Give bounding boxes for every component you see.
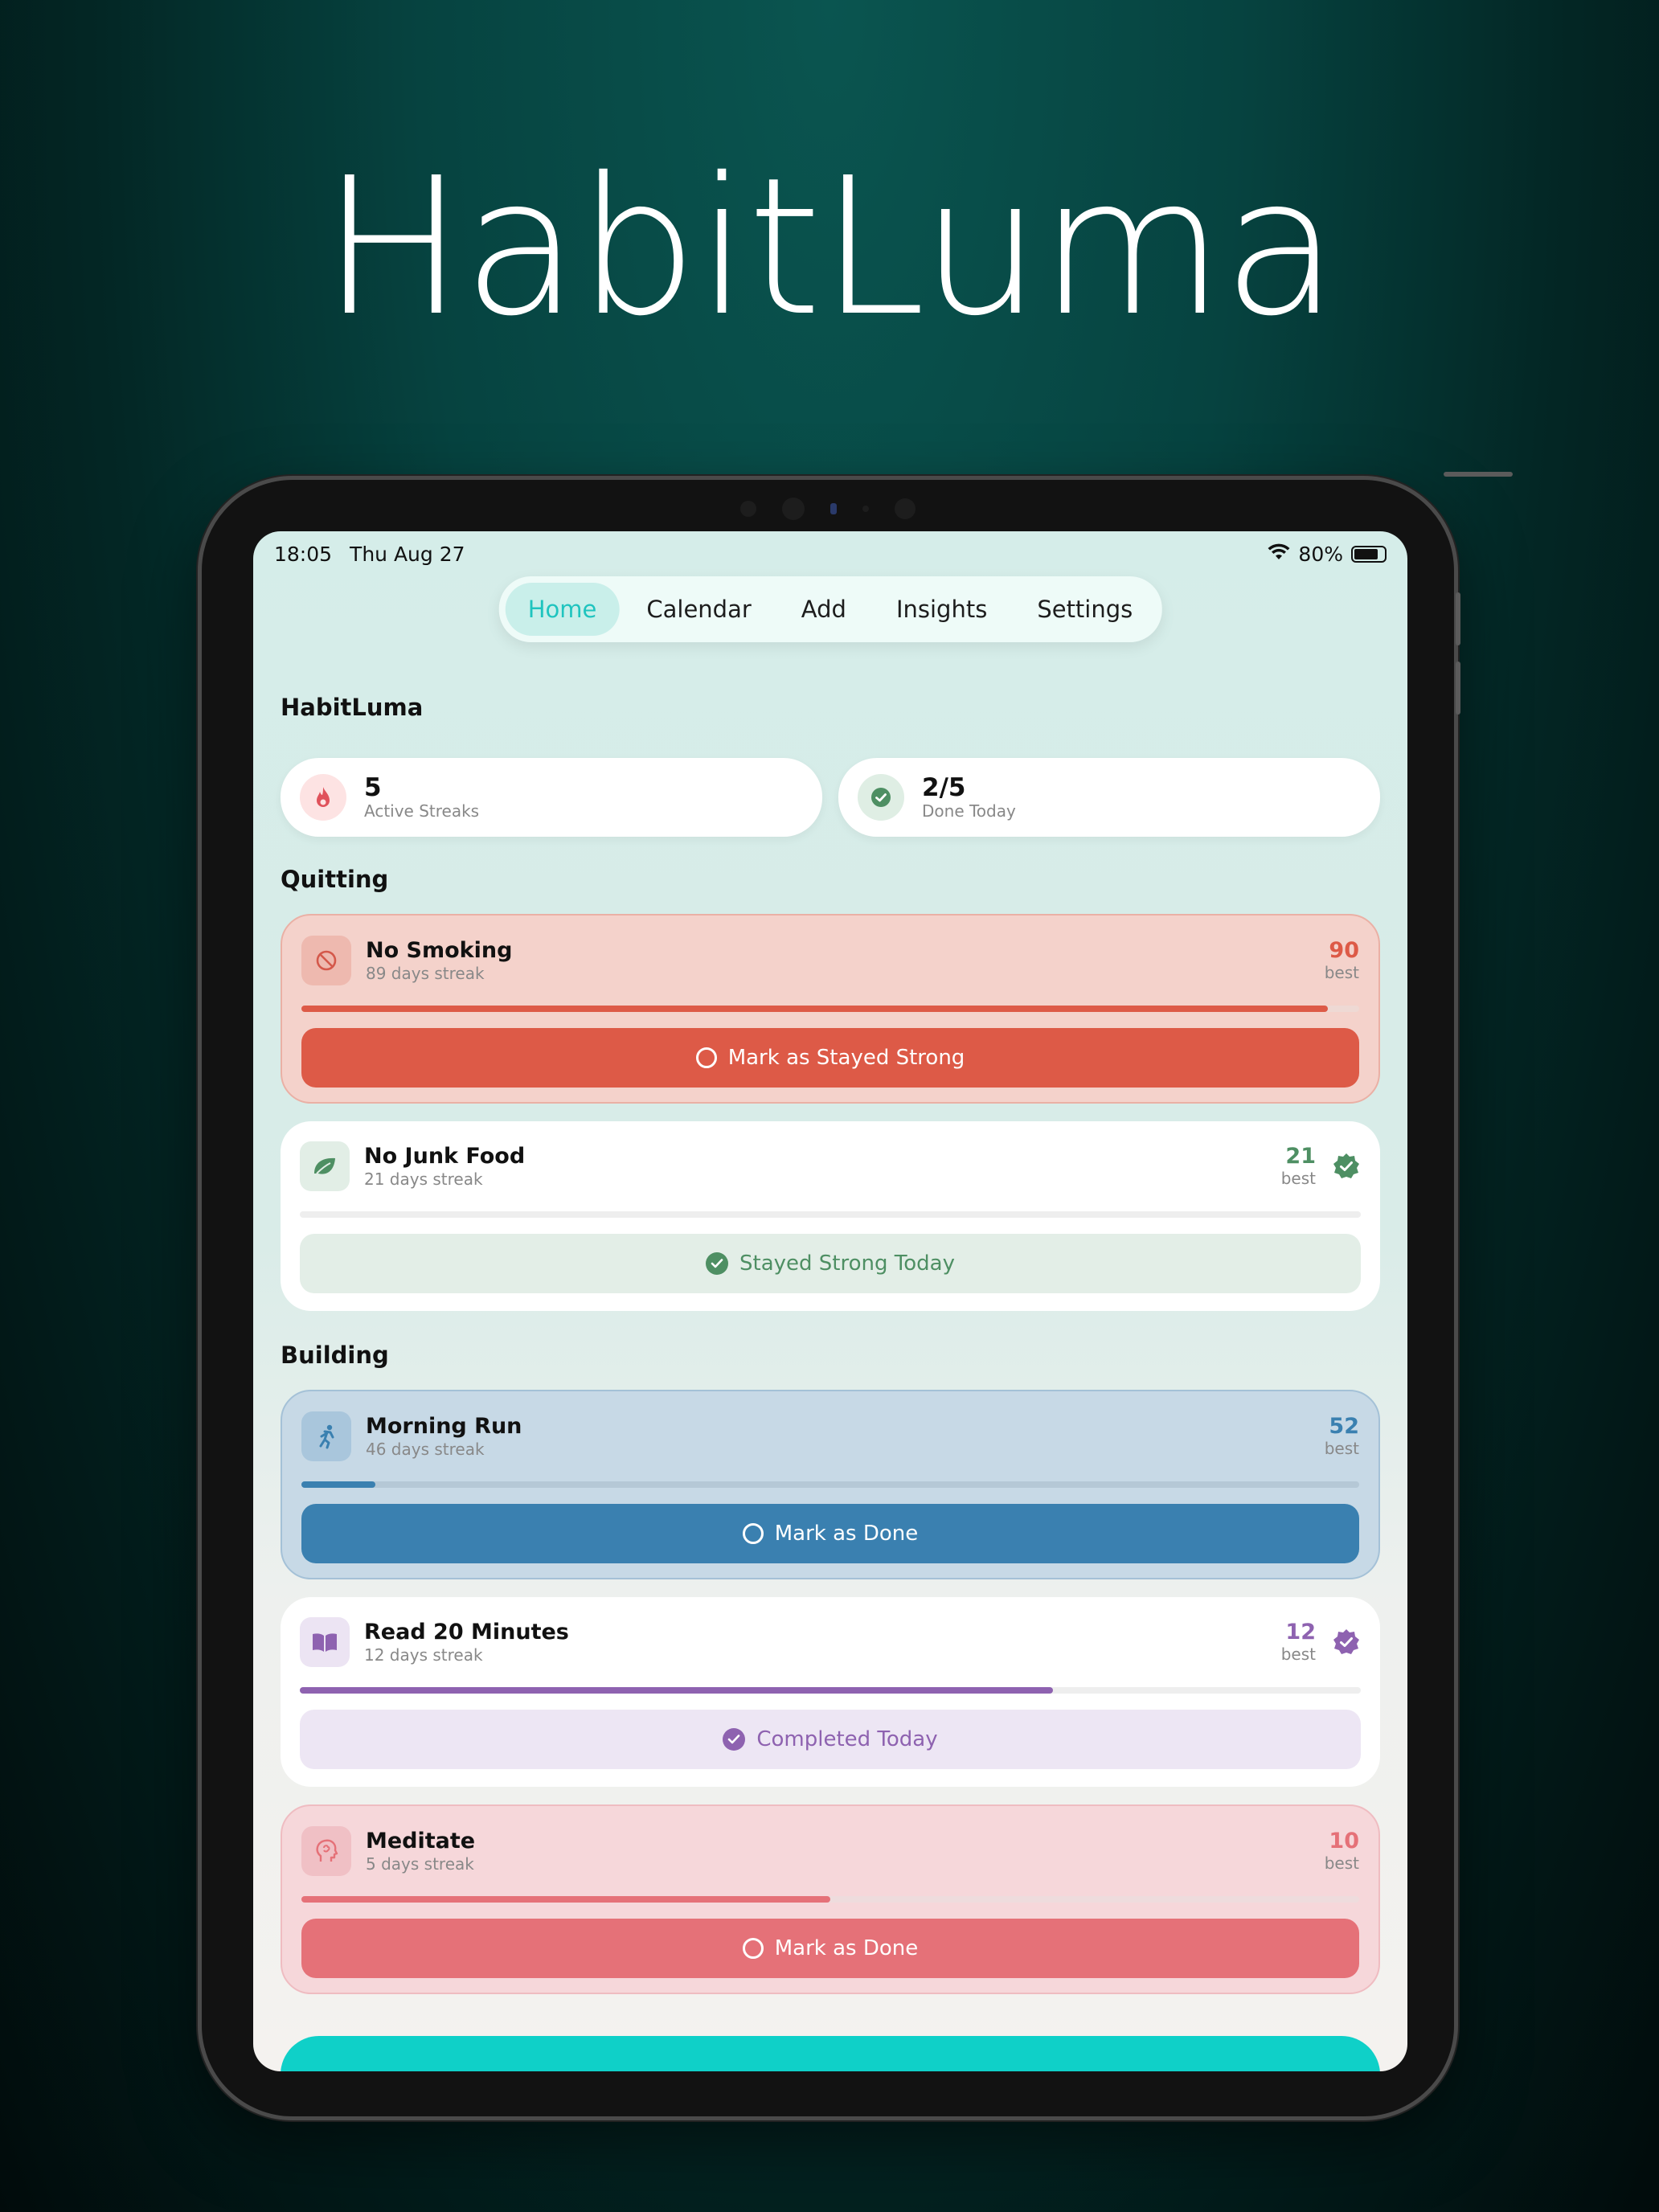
habit-name: No Smoking	[366, 938, 513, 963]
habit-name: No Junk Food	[364, 1144, 526, 1169]
habit-card-morning-run: Morning Run 46 days streak 52 best Mark …	[281, 1390, 1380, 1579]
section-title-building: Building	[281, 1342, 389, 1369]
tab-settings[interactable]: Settings	[1014, 583, 1155, 636]
action-label: Stayed Strong Today	[739, 1251, 955, 1276]
flame-icon	[300, 774, 346, 821]
status-time: 18:05	[274, 542, 333, 566]
circle-outline-icon	[742, 1523, 764, 1544]
verified-badge-icon	[1332, 1152, 1361, 1181]
tab-add[interactable]: Add	[779, 583, 869, 636]
habit-card-no-smoking: No Smoking 89 days streak 90 best Mark a…	[281, 914, 1380, 1104]
runner-icon	[301, 1411, 351, 1461]
habit-streak: 12 days streak	[364, 1645, 483, 1665]
habit-name: Read 20 Minutes	[364, 1620, 569, 1645]
completed-today-button[interactable]: Completed Today	[300, 1710, 1361, 1769]
stat-value: 2/5	[922, 773, 966, 802]
habit-streak: 46 days streak	[366, 1440, 485, 1459]
best-value: 21	[1285, 1144, 1316, 1169]
best-value: 12	[1285, 1620, 1316, 1645]
habit-card-no-junk-food: No Junk Food 21 days streak 21 best Stay	[281, 1121, 1380, 1311]
status-date: Thu Aug 27	[350, 542, 465, 566]
stat-label: Done Today	[922, 801, 1016, 821]
tab-bar: Home Calendar Add Insights Settings	[498, 576, 1162, 642]
progress-track	[300, 1211, 1361, 1218]
progress-fill	[301, 1896, 830, 1903]
best-label: best	[1324, 1439, 1359, 1458]
stayed-strong-today-button[interactable]: Stayed Strong Today	[300, 1234, 1361, 1293]
camera-array	[740, 498, 916, 520]
leaf-icon	[300, 1141, 350, 1191]
best-label: best	[1280, 1169, 1316, 1188]
circle-outline-icon	[695, 1047, 717, 1068]
best-value: 90	[1329, 938, 1359, 963]
mark-as-done-button[interactable]: Mark as Done	[301, 1919, 1359, 1978]
mark-stayed-strong-button[interactable]: Mark as Stayed Strong	[301, 1028, 1359, 1088]
progress-track	[301, 1006, 1359, 1012]
page-title: HabitLuma	[281, 694, 424, 721]
habit-streak: 5 days streak	[366, 1854, 474, 1874]
stat-done-today: 2/5 Done Today	[838, 758, 1380, 837]
progress-track	[301, 1896, 1359, 1903]
hero-title: HabitLuma	[322, 137, 1338, 358]
no-smoking-icon	[301, 936, 351, 985]
progress-fill	[301, 1006, 1328, 1012]
habit-name: Meditate	[366, 1829, 476, 1854]
circle-outline-icon	[742, 1938, 764, 1959]
check-circle-icon	[858, 774, 904, 821]
check-circle-icon	[723, 1728, 746, 1751]
tab-home[interactable]: Home	[505, 583, 620, 636]
stat-value: 5	[364, 773, 382, 802]
battery-icon	[1351, 545, 1387, 563]
status-bar: 18:05 Thu Aug 27 80%	[253, 531, 1407, 576]
volume-up-button	[1456, 592, 1460, 645]
bottom-action-button[interactable]	[281, 2036, 1380, 2071]
best-value: 10	[1329, 1829, 1359, 1854]
best-label: best	[1324, 963, 1359, 982]
volume-down-button	[1456, 662, 1460, 715]
action-label: Mark as Done	[774, 1522, 919, 1546]
verified-badge-icon	[1332, 1628, 1361, 1657]
section-title-quitting: Quitting	[281, 866, 389, 893]
book-icon	[300, 1617, 350, 1667]
habit-card-meditate: Meditate 5 days streak 10 best Mark as D…	[281, 1804, 1380, 1994]
action-label: Completed Today	[756, 1727, 938, 1751]
check-circle-icon	[706, 1252, 729, 1275]
top-button	[1444, 472, 1513, 477]
progress-fill	[300, 1687, 1054, 1694]
mark-as-done-button[interactable]: Mark as Done	[301, 1504, 1359, 1563]
habit-streak: 21 days streak	[364, 1169, 483, 1189]
habit-streak: 89 days streak	[366, 964, 485, 983]
progress-track	[301, 1481, 1359, 1488]
action-label: Mark as Done	[774, 1936, 919, 1960]
app-screen: 18:05 Thu Aug 27 80% Home Calendar Add I…	[253, 531, 1407, 2071]
progress-fill	[301, 1481, 376, 1488]
head-icon	[301, 1826, 351, 1876]
habit-card-read-20-minutes: Read 20 Minutes 12 days streak 12 best C	[281, 1597, 1380, 1787]
stat-label: Active Streaks	[364, 801, 480, 821]
habit-name: Morning Run	[366, 1414, 522, 1439]
best-label: best	[1280, 1645, 1316, 1664]
tab-calendar[interactable]: Calendar	[624, 583, 773, 636]
wifi-icon	[1268, 543, 1290, 566]
battery-percent: 80%	[1298, 542, 1343, 566]
progress-track	[300, 1687, 1361, 1694]
best-label: best	[1324, 1854, 1359, 1873]
tablet-frame: 18:05 Thu Aug 27 80% Home Calendar Add I…	[198, 472, 1513, 2120]
tab-insights[interactable]: Insights	[874, 583, 1010, 636]
best-value: 52	[1329, 1414, 1359, 1439]
action-label: Mark as Stayed Strong	[727, 1046, 965, 1070]
stat-active-streaks: 5 Active Streaks	[281, 758, 822, 837]
